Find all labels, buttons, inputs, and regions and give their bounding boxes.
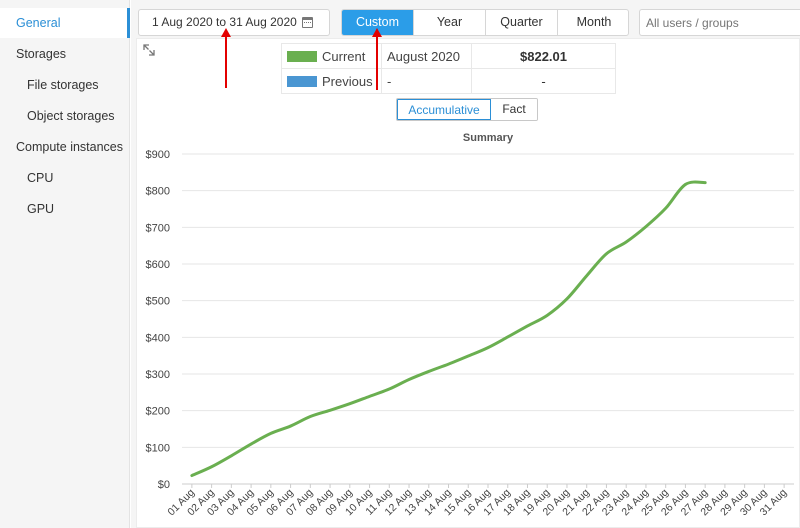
y-tick-label: $500 [146, 296, 170, 308]
sidebar-item-object-storages[interactable]: Object storages [0, 101, 130, 131]
sidebar-item-storages[interactable]: Storages [0, 39, 130, 69]
y-tick-label: $200 [146, 406, 170, 418]
legend-swatch-current [287, 50, 317, 62]
legend-table: Current August 2020 $822.01 Previous - - [281, 43, 616, 94]
x-tick-label: 17 Aug [481, 487, 513, 519]
x-tick-label: 01 Aug [165, 487, 197, 519]
x-tick-label: 28 Aug [698, 487, 730, 519]
x-tick-label: 09 Aug [323, 487, 355, 519]
x-tick-label: 14 Aug [422, 487, 454, 519]
y-tick-label: $700 [146, 222, 170, 234]
legend-label-current: Current [322, 48, 366, 64]
legend-period-previous: - [381, 68, 472, 94]
x-tick-label: 02 Aug [185, 487, 217, 519]
sidebar-item-file-storages[interactable]: File storages [0, 70, 130, 100]
y-tick-label: $100 [146, 442, 170, 454]
sidebar-item-compute-instances[interactable]: Compute instances [0, 132, 130, 162]
x-tick-label: 08 Aug [304, 487, 336, 519]
x-tick-label: 05 Aug [244, 487, 276, 519]
legend-series-previous[interactable]: Previous [281, 68, 382, 94]
x-tick-label: 15 Aug [442, 487, 474, 519]
users-groups-filter[interactable] [639, 9, 800, 36]
legend-series-current[interactable]: Current [281, 43, 382, 69]
x-tick-label: 26 Aug [659, 487, 691, 519]
y-tick-label: $900 [146, 149, 170, 161]
period-quarter-button[interactable]: Quarter [486, 10, 558, 35]
x-tick-label: 31 Aug [758, 487, 790, 519]
y-tick-label: $300 [146, 369, 170, 381]
legend-label-previous: Previous [322, 73, 373, 89]
y-tick-label: $400 [146, 332, 170, 344]
x-tick-label: 27 Aug [679, 487, 711, 519]
x-tick-label: 25 Aug [639, 487, 671, 519]
mode-accumulative-button[interactable]: Accumulative [397, 99, 491, 120]
x-tick-label: 16 Aug [462, 487, 494, 519]
legend-row-previous: Previous - - [281, 68, 616, 94]
chart-title: Summary [463, 132, 514, 144]
sidebar: General Storages File storages Object st… [0, 0, 130, 528]
x-tick-label: 24 Aug [619, 487, 651, 519]
date-range-text: 1 Aug 2020 to 31 Aug 2020 [152, 15, 297, 29]
period-year-button[interactable]: Year [414, 10, 486, 35]
x-tick-label: 20 Aug [540, 487, 572, 519]
mode-toggle: Accumulative Fact [396, 98, 538, 121]
x-tick-label: 12 Aug [383, 487, 415, 519]
period-selector: Custom Year Quarter Month [341, 9, 629, 36]
period-month-button[interactable]: Month [558, 10, 628, 35]
x-tick-label: 13 Aug [402, 487, 434, 519]
annotation-arrow-date [221, 28, 231, 88]
calendar-icon[interactable] [302, 17, 313, 28]
expand-icon[interactable] [141, 42, 157, 58]
legend-value-current: $822.01 [471, 43, 616, 69]
series-line-current [190, 180, 707, 478]
x-tick-label: 04 Aug [225, 487, 257, 519]
x-tick-label: 11 Aug [363, 487, 394, 518]
x-tick-label: 23 Aug [600, 487, 632, 519]
y-tick-label: $800 [146, 186, 170, 198]
sidebar-item-gpu[interactable]: GPU [0, 194, 130, 224]
x-tick-label: 07 Aug [284, 487, 316, 519]
report-panel: Current August 2020 $822.01 Previous - -… [136, 38, 800, 528]
legend-swatch-previous [287, 75, 317, 87]
x-tick-label: 29 Aug [718, 487, 750, 519]
x-tick-label: 03 Aug [205, 487, 237, 519]
y-tick-label: $0 [158, 479, 170, 491]
x-tick-label: 30 Aug [738, 487, 770, 519]
legend-period-current: August 2020 [381, 43, 472, 69]
sidebar-item-general[interactable]: General [0, 8, 130, 38]
annotation-arrow-custom [372, 28, 382, 90]
x-tick-label: 10 Aug [343, 487, 375, 519]
x-tick-label: 21 Aug [560, 487, 592, 519]
mode-fact-button[interactable]: Fact [491, 99, 537, 120]
x-tick-label: 22 Aug [580, 487, 612, 519]
sidebar-item-cpu[interactable]: CPU [0, 163, 130, 193]
y-tick-label: $600 [146, 259, 170, 271]
x-tick-label: 19 Aug [521, 487, 553, 519]
main-panel: 1 Aug 2020 to 31 Aug 2020 Custom Year Qu… [131, 0, 800, 528]
legend-value-previous: - [471, 68, 616, 94]
date-range-picker[interactable]: 1 Aug 2020 to 31 Aug 2020 [138, 9, 330, 36]
x-tick-label: 18 Aug [501, 487, 533, 519]
x-tick-label: 06 Aug [264, 487, 296, 519]
legend-row-current: Current August 2020 $822.01 [281, 43, 616, 69]
